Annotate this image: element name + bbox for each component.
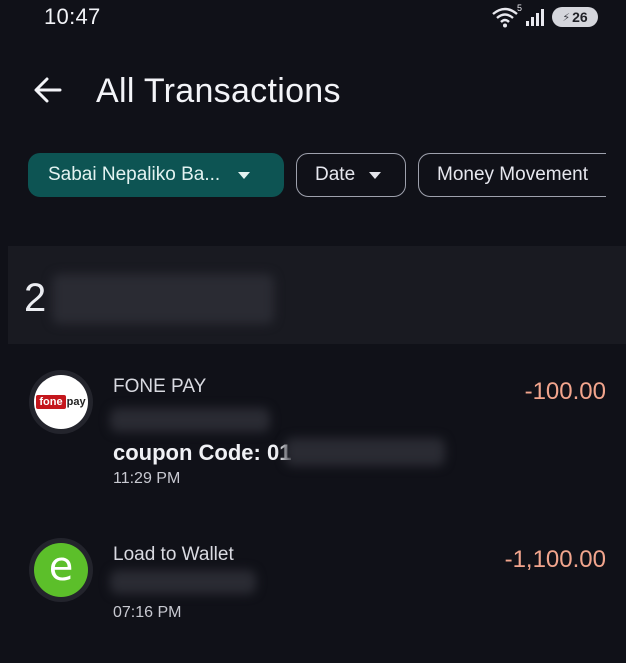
transaction-amount: -100.00 — [524, 378, 606, 405]
esewa-logo: e — [29, 538, 93, 602]
transaction-coupon: coupon Code: 01 — [113, 440, 292, 465]
wifi-icon: 5 — [492, 3, 522, 28]
page-title: All Transactions — [96, 72, 341, 110]
redacted-block — [110, 570, 256, 594]
bank-filter-chip[interactable]: Sabai Nepaliko Ba... — [28, 153, 284, 197]
signal-icon — [526, 8, 544, 26]
date-filter-label: Date — [315, 164, 356, 185]
status-time: 10:47 — [44, 4, 101, 29]
filter-chips: Sabai Nepaliko Ba... Date Money Movement — [28, 153, 626, 198]
wifi-badge: 5 — [516, 3, 522, 13]
status-icons: 5 ⚡ 26 — [492, 3, 598, 28]
arrow-left-icon[interactable] — [30, 72, 66, 108]
transaction-row[interactable]: fone pay FONE PAY -100.00 coupon Code: 01… — [0, 364, 626, 514]
transaction-amount: -1,100.00 — [504, 546, 606, 573]
app-header: All Transactions — [0, 56, 626, 126]
transactions-screen: 10:47 5 ⚡ 26 All Transactions Sabai Nepa… — [0, 0, 626, 663]
transaction-row[interactable]: e Load to Wallet -1,100.00 07:16 PM — [0, 530, 626, 640]
date-section-header: 2 — [8, 246, 626, 344]
money-movement-filter-chip[interactable]: Money Movement — [418, 153, 606, 197]
bank-filter-label: Sabai Nepaliko Ba... — [48, 164, 221, 185]
redacted-block — [52, 274, 274, 324]
transaction-time: 11:29 PM — [113, 470, 181, 487]
battery-icon: ⚡ 26 — [552, 7, 598, 27]
redacted-block — [285, 438, 445, 466]
transaction-name: FONE PAY — [113, 376, 207, 397]
caret-down-icon — [238, 171, 251, 179]
redacted-block — [110, 408, 270, 432]
transaction-time: 07:16 PM — [113, 604, 182, 621]
money-movement-filter-label: Money Movement — [437, 164, 589, 185]
fonepay-logo: fone pay — [29, 370, 93, 434]
transaction-name: Load to Wallet — [113, 544, 234, 565]
section-date: 2 — [24, 276, 47, 320]
date-filter-chip[interactable]: Date — [296, 153, 406, 197]
battery-level: 26 — [572, 9, 588, 25]
status-bar: 10:47 5 ⚡ 26 — [0, 0, 626, 36]
charging-bolt-icon: ⚡ — [562, 11, 571, 24]
caret-down-icon — [369, 171, 382, 179]
